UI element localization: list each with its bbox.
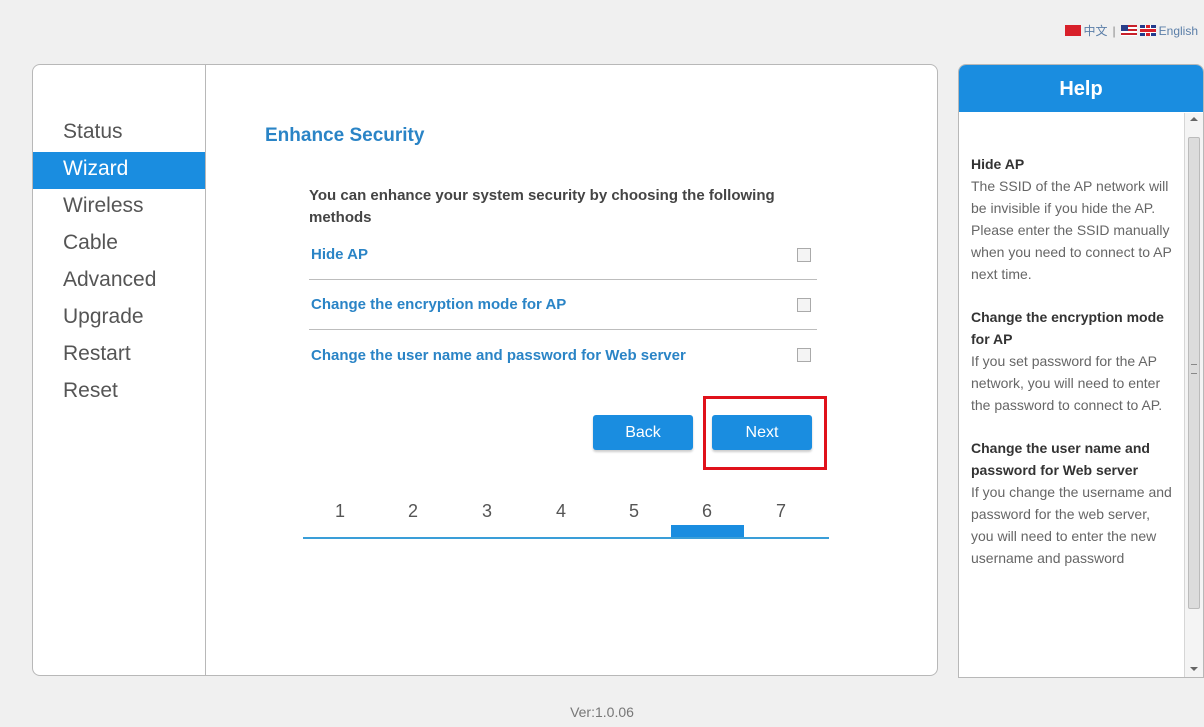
language-selector: 中文 | English [1064,22,1198,39]
help-text: If you change the username and password … [971,484,1172,566]
chinese-link[interactable]: 中文 [1084,22,1108,39]
next-button-highlight [703,396,827,470]
help-heading: Hide AP [971,156,1025,172]
back-button[interactable]: Back [593,415,693,450]
option-hide-ap: Hide AP [309,230,817,280]
us-flag-icon[interactable] [1120,25,1137,36]
option-label: Change the encryption mode for AP [311,296,567,313]
help-heading: Change the encryption mode for AP [971,309,1164,347]
step-7[interactable]: 7 [771,501,791,522]
help-text: If you set password for the AP network, … [971,353,1163,413]
english-link[interactable]: English [1159,24,1198,38]
sidebar-item-wireless[interactable]: Wireless [33,189,205,226]
help-text: The SSID of the AP network will be invis… [971,178,1172,282]
page-title: Enhance Security [265,125,425,146]
help-title: Help [959,65,1203,112]
sidebar-item-upgrade[interactable]: Upgrade [33,300,205,337]
hide-ap-checkbox[interactable] [797,247,811,262]
option-label: Hide AP [311,246,368,263]
scroll-down-arrow-icon[interactable] [1190,667,1198,671]
step-track [303,537,829,539]
step-6[interactable]: 6 [697,501,717,522]
sidebar-item-advanced[interactable]: Advanced [33,263,205,300]
version-label: Ver:1.0.06 [570,704,634,720]
uk-flag-icon[interactable] [1139,25,1156,36]
web-credentials-checkbox[interactable] [797,348,811,362]
option-web-credentials: Change the user name and password for We… [309,330,817,380]
sidebar-item-wizard[interactable]: Wizard [33,152,205,189]
help-scrollbar[interactable] [1184,113,1203,677]
help-body: Hide AP The SSID of the AP network will … [971,153,1176,590]
sidebar-nav: Status Wizard Wireless Cable Advanced Up… [33,115,205,411]
help-panel: Help Hide AP The SSID of the AP network … [958,64,1204,678]
sidebar-item-restart[interactable]: Restart [33,337,205,374]
intro-text: You can enhance your system security by … [309,187,775,226]
sidebar-item-status[interactable]: Status [33,115,205,152]
scroll-up-arrow-icon[interactable] [1190,117,1198,121]
step-1[interactable]: 1 [330,501,350,522]
help-heading: Change the user name and password for We… [971,440,1150,478]
step-3[interactable]: 3 [477,501,497,522]
china-flag-icon[interactable] [1064,25,1081,36]
option-label: Change the user name and password for We… [311,346,686,364]
sidebar: Status Wizard Wireless Cable Advanced Up… [33,65,206,675]
step-indicator: 1 2 3 4 5 6 7 [303,495,829,541]
step-5[interactable]: 5 [624,501,644,522]
encryption-mode-checkbox[interactable] [797,297,811,312]
option-encryption-mode: Change the encryption mode for AP [309,280,817,330]
sidebar-item-reset[interactable]: Reset [33,374,205,411]
wizard-content: Enhance Security You can enhance your sy… [205,65,937,675]
grip-icon [1191,364,1197,374]
language-separator: | [1112,23,1116,38]
step-2[interactable]: 2 [403,501,423,522]
scrollbar-thumb[interactable] [1188,137,1200,609]
step-4[interactable]: 4 [551,501,571,522]
sidebar-item-cable[interactable]: Cable [33,226,205,263]
main-panel: Status Wizard Wireless Cable Advanced Up… [32,64,938,676]
